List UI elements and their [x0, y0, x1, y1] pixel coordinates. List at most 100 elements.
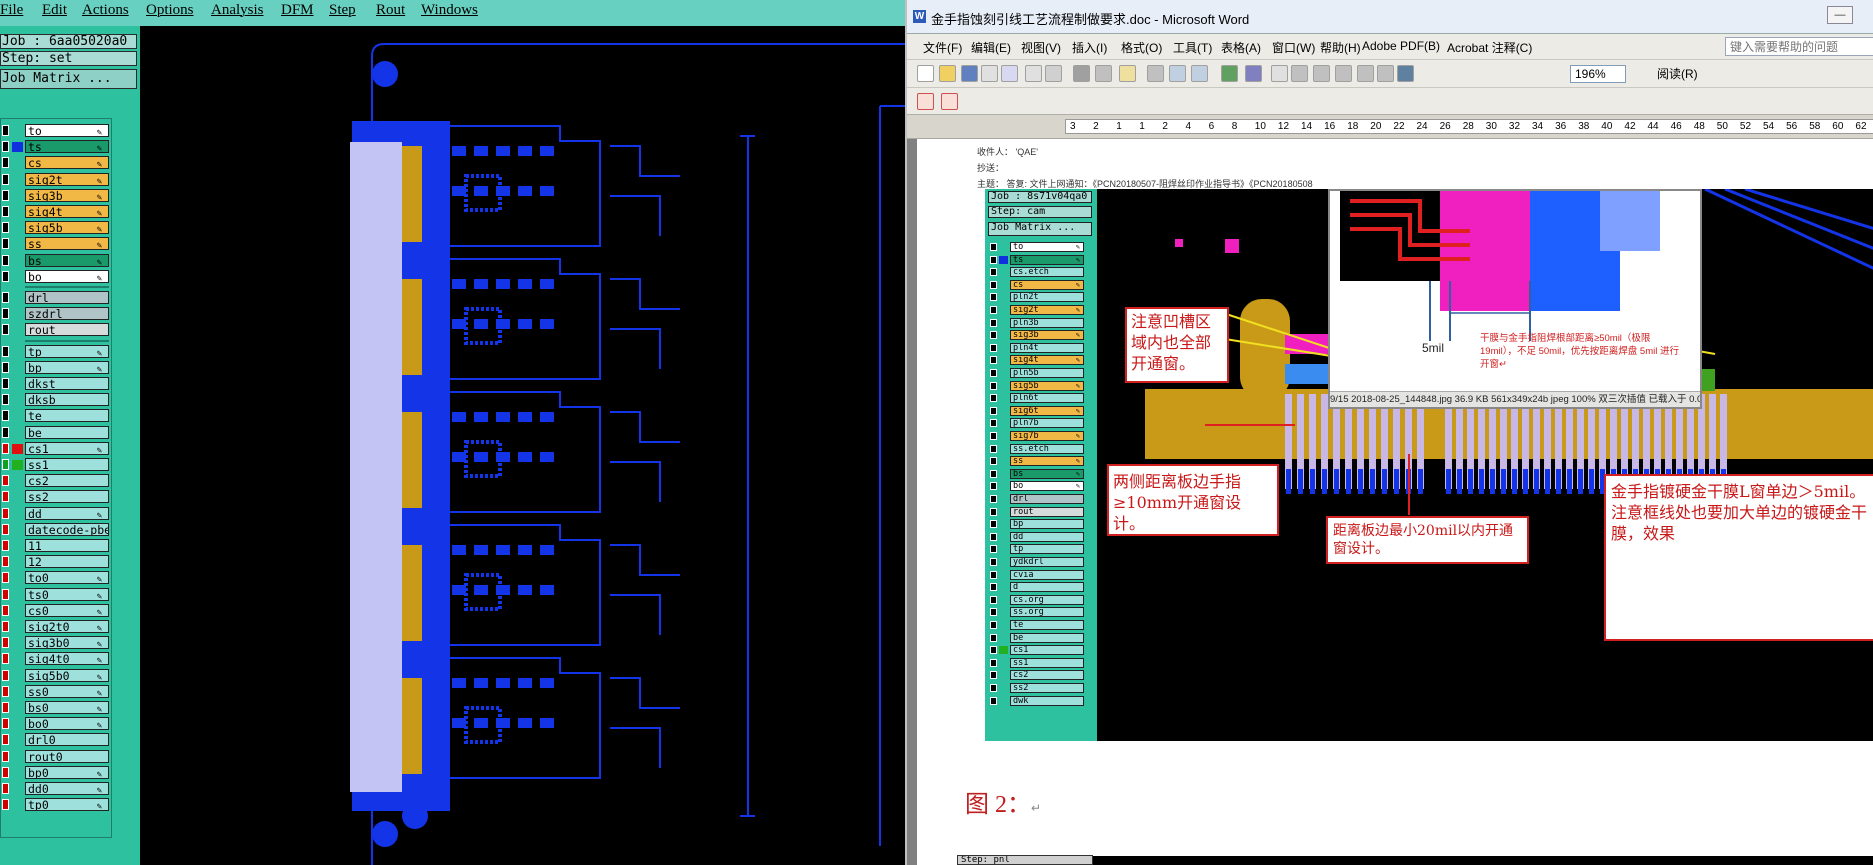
hyperlink-icon[interactable]	[1291, 65, 1308, 82]
layer-checkbox[interactable]	[2, 238, 9, 250]
menu-file[interactable]: File	[0, 2, 23, 19]
new-doc-icon[interactable]	[917, 65, 934, 82]
layer-row[interactable]: bo ✎	[1, 269, 113, 283]
layer-row[interactable]: ss ✎	[1, 236, 113, 251]
layer-name[interactable]: bo0 ✎	[25, 717, 109, 731]
menu-rout[interactable]: Rout	[376, 2, 405, 19]
excel-icon[interactable]	[1357, 65, 1374, 82]
word-menu-item[interactable]: 工具(T)	[1173, 39, 1212, 56]
menu-windows[interactable]: Windows	[421, 2, 478, 19]
layer-name[interactable]: ss2	[25, 490, 109, 504]
layer-name[interactable]: 12	[25, 555, 109, 569]
layer-checkbox[interactable]	[2, 378, 9, 389]
layer-row[interactable]: cs2	[1, 473, 113, 488]
layer-row[interactable]: bp ✎	[1, 360, 113, 374]
layer-name[interactable]: szdrl	[25, 307, 109, 321]
layer-name[interactable]: bs ✎	[25, 253, 109, 267]
layer-checkbox[interactable]	[2, 669, 9, 681]
traditional-chinese-icon[interactable]	[1073, 65, 1090, 82]
layer-row[interactable]: sig5b ✎	[1, 220, 113, 235]
layer-row[interactable]: bo0 ✎	[1, 716, 113, 731]
layer-name[interactable]: bs0 ✎	[25, 701, 109, 714]
layer-checkbox[interactable]	[2, 308, 9, 320]
layer-name[interactable]: sig2t ✎	[25, 172, 109, 186]
layer-row[interactable]: dd0 ✎	[1, 781, 113, 795]
layer-checkbox[interactable]	[2, 426, 9, 438]
layer-name[interactable]: ss ✎	[25, 237, 109, 251]
zoom-select[interactable]: 196%	[1570, 65, 1626, 83]
layer-checkbox[interactable]	[2, 637, 9, 649]
menu-analysis[interactable]: Analysis	[211, 2, 264, 19]
layer-row[interactable]: datecode-pbe	[1, 522, 113, 536]
research-icon[interactable]	[1119, 65, 1136, 82]
layer-row[interactable]: dksb	[1, 392, 113, 407]
layer-row[interactable]: rout	[1, 322, 113, 337]
word-menu-item[interactable]: 格式(O)	[1121, 39, 1162, 56]
layer-checkbox[interactable]	[2, 410, 9, 422]
layer-row[interactable]: drl	[1, 290, 113, 304]
layer-checkbox[interactable]	[2, 475, 9, 487]
layer-row[interactable]: be	[1, 425, 113, 439]
layer-checkbox[interactable]	[2, 799, 9, 811]
layer-checkbox[interactable]	[2, 653, 9, 665]
word-menu-item[interactable]: 插入(I)	[1072, 39, 1107, 56]
format-painter-icon[interactable]	[1221, 65, 1238, 82]
document-area[interactable]: 收件人： 'QAE' 抄送： 主题： 答复: 文件上网通知：《PCN201805…	[907, 139, 1873, 865]
layer-checkbox[interactable]	[2, 459, 9, 470]
read-button[interactable]: 阅读(R)	[1657, 65, 1698, 82]
layer-row[interactable]: ss2	[1, 489, 113, 504]
word-menu-item[interactable]: 视图(V)	[1021, 39, 1061, 56]
layer-row[interactable]: drl0	[1, 732, 113, 747]
layer-row[interactable]: sig3b0 ✎	[1, 635, 113, 650]
layer-name[interactable]: bp0 ✎	[25, 765, 109, 779]
minimize-button[interactable]: —	[1827, 6, 1853, 24]
layer-row[interactable]: cs1 ✎	[1, 441, 113, 455]
layer-name[interactable]: ts ✎	[25, 140, 109, 154]
layer-checkbox[interactable]	[2, 588, 9, 600]
pcb-graphics-canvas[interactable]	[140, 26, 905, 865]
word-menu-item[interactable]: 窗口(W)	[1272, 39, 1315, 56]
layer-row[interactable]: bs0 ✎	[1, 700, 113, 714]
layer-checkbox[interactable]	[2, 702, 9, 713]
layer-row[interactable]: szdrl	[1, 306, 113, 321]
embedded-screenshot[interactable]: Job : 8s71v04qa0 Step: cam Job Matrix ..…	[985, 189, 1873, 741]
layer-checkbox[interactable]	[2, 540, 9, 551]
layer-checkbox[interactable]	[2, 206, 9, 217]
layer-row[interactable]: dd ✎	[1, 506, 113, 520]
layer-row[interactable]: dkst	[1, 376, 113, 390]
layer-row[interactable]: to0 ✎	[1, 570, 113, 585]
layer-row[interactable]: bs ✎	[1, 253, 113, 267]
layer-checkbox[interactable]	[2, 270, 9, 282]
paste-icon[interactable]	[1191, 65, 1208, 82]
layer-name[interactable]: ts0 ✎	[25, 587, 109, 601]
layer-row[interactable]: sig2t0 ✎	[1, 619, 113, 633]
layer-checkbox[interactable]	[2, 766, 9, 778]
layer-row[interactable]: ts0 ✎	[1, 587, 113, 601]
layer-row[interactable]: sig4t ✎	[1, 204, 113, 218]
layer-row[interactable]: ts ✎	[1, 139, 113, 154]
layer-row[interactable]: tp ✎	[1, 344, 113, 358]
word-menu-item[interactable]: 文件(F)	[923, 39, 962, 56]
layer-row[interactable]: sig2t ✎	[1, 172, 113, 186]
layer-name[interactable]: rout	[25, 323, 109, 337]
layer-checkbox[interactable]	[2, 292, 9, 303]
menu-dfm[interactable]: DFM	[281, 2, 314, 19]
layer-name[interactable]: sig5b ✎	[25, 221, 109, 235]
layer-row[interactable]: sig3b ✎	[1, 188, 113, 202]
layer-name[interactable]: sig4t ✎	[25, 205, 109, 218]
layer-checkbox[interactable]	[2, 394, 9, 406]
layer-row[interactable]: cs ✎	[1, 155, 113, 170]
email-icon[interactable]	[1001, 65, 1018, 82]
help-search-input[interactable]	[1725, 37, 1873, 56]
layer-checkbox[interactable]	[2, 491, 9, 503]
layer-row[interactable]: ss0 ✎	[1, 684, 113, 698]
layer-name[interactable]: sig3b0 ✎	[25, 636, 109, 650]
layer-row[interactable]: rout0	[1, 749, 113, 763]
redo-icon[interactable]	[1271, 65, 1288, 82]
layer-name[interactable]: dd0 ✎	[25, 782, 109, 795]
layer-name[interactable]: be	[25, 425, 109, 439]
layer-checkbox[interactable]	[2, 442, 9, 454]
layer-name[interactable]: ss1	[25, 458, 109, 471]
layer-name[interactable]: cs2	[25, 474, 109, 488]
drawing-icon[interactable]	[1397, 65, 1414, 82]
